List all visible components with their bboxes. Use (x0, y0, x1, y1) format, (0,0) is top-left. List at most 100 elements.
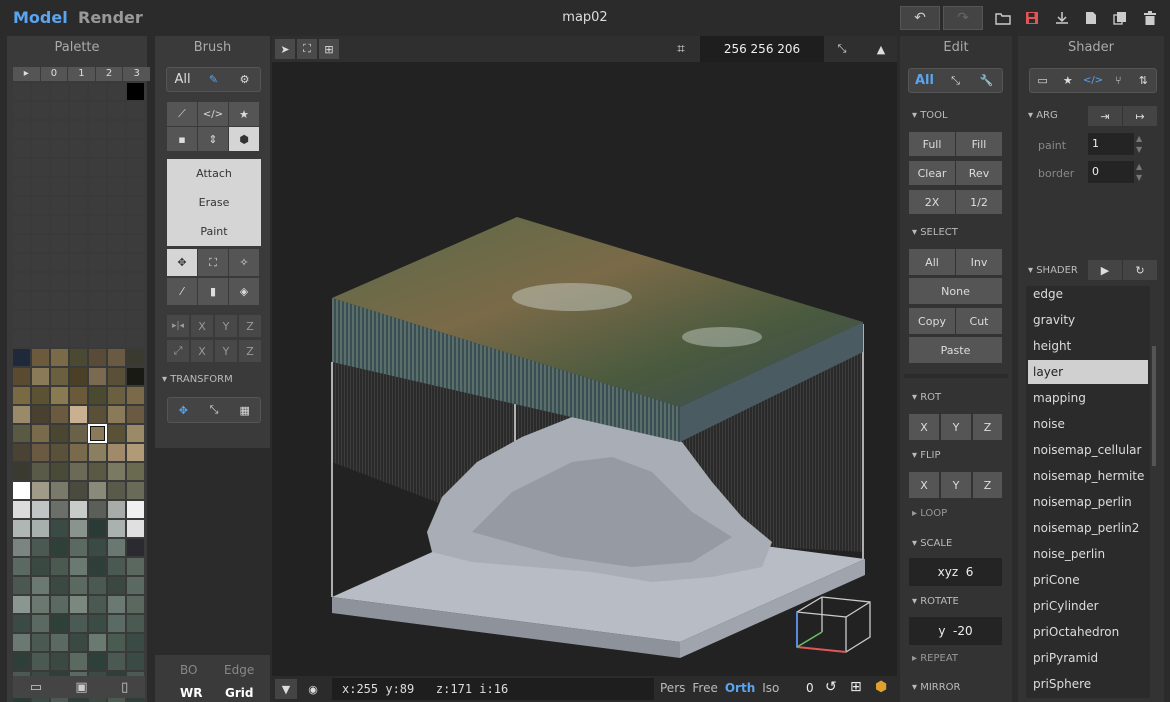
palette-swatch[interactable] (70, 634, 87, 651)
palette-swatch[interactable] (108, 387, 125, 404)
palette-swatch[interactable] (13, 425, 30, 442)
delete-file-button[interactable] (1136, 6, 1164, 30)
palette-swatch[interactable] (70, 178, 87, 195)
palette-swatch[interactable] (32, 444, 49, 461)
palette-swatch[interactable] (89, 463, 106, 480)
palette-swatch[interactable] (32, 615, 49, 632)
palette-swatch[interactable] (108, 216, 125, 233)
palette-swatch[interactable] (13, 292, 30, 309)
shader-branch-icon[interactable]: ⑂ (1106, 69, 1131, 92)
palette-swatch[interactable] (108, 482, 125, 499)
arg-import-icon[interactable]: ⇥ (1088, 106, 1122, 126)
palette-swatch[interactable] (108, 653, 125, 670)
palette-swatch[interactable] (127, 178, 144, 195)
rot-section[interactable]: ▾ ROT (912, 392, 941, 403)
palette-swatch[interactable] (127, 216, 144, 233)
palette-swatch[interactable] (32, 273, 49, 290)
brush-settings-icon[interactable]: ⚙ (229, 68, 260, 91)
palette-swatch[interactable] (127, 197, 144, 214)
palette-swatch[interactable] (32, 425, 49, 442)
transform-grid-icon[interactable]: ▦ (229, 398, 260, 422)
transform-scale-icon[interactable]: ⤡ (199, 398, 230, 422)
copy-file-button[interactable] (1106, 6, 1134, 30)
palette-swatch[interactable] (89, 292, 106, 309)
eyedropper-icon[interactable]: ⁄ (167, 278, 197, 305)
palette-swatch[interactable] (127, 406, 144, 423)
palette-swatch[interactable] (89, 653, 106, 670)
palette-swatch[interactable] (51, 292, 68, 309)
palette-swatch[interactable] (13, 140, 30, 157)
fit-frame-icon[interactable]: ⊞ (319, 39, 339, 59)
shader-section[interactable]: ▾ SHADER (1028, 265, 1078, 276)
palette-swatch[interactable] (89, 349, 106, 366)
palette-swatch[interactable] (51, 406, 68, 423)
palette-swatch[interactable] (51, 653, 68, 670)
palette-swatch[interactable] (13, 121, 30, 138)
palette-swatch[interactable] (13, 463, 30, 480)
save-button[interactable] (1018, 6, 1046, 30)
rot-y-button[interactable]: Y (941, 414, 971, 440)
palette-swatch[interactable] (127, 102, 144, 119)
shader-list-item[interactable]: height (1028, 334, 1148, 358)
shader-list-item[interactable]: layer (1028, 360, 1148, 384)
palette-swatch[interactable] (127, 387, 144, 404)
scale-value-field[interactable]: xyz 6 (909, 558, 1002, 586)
palette-swatch[interactable] (108, 292, 125, 309)
edge-toggle[interactable]: Edge (224, 663, 254, 677)
palette-swatch[interactable] (51, 311, 68, 328)
palette-swatch[interactable] (32, 159, 49, 176)
palette-swatch[interactable] (70, 425, 87, 442)
reset-shader-icon[interactable]: ↻ (1123, 260, 1157, 280)
palette-swatch[interactable] (127, 615, 144, 632)
palette-swatch[interactable] (89, 140, 106, 157)
mirror-tool-icon[interactable]: ▸|◂ (167, 315, 189, 337)
palette-swatch[interactable] (127, 83, 144, 100)
palette-swatch[interactable] (89, 520, 106, 537)
palette-swatch[interactable] (108, 83, 125, 100)
select-frame-icon[interactable]: ⛶ (297, 39, 317, 59)
palette-file-icon[interactable]: ▯ (121, 680, 128, 695)
palette-swatch[interactable] (89, 368, 106, 385)
palette-swatch[interactable] (32, 482, 49, 499)
palette-swatch[interactable] (51, 539, 68, 556)
palette-swatch[interactable] (51, 330, 68, 347)
palette-swatch[interactable] (89, 197, 106, 214)
palette-swatch[interactable] (127, 159, 144, 176)
palette-swatch[interactable] (32, 653, 49, 670)
palette-swatch[interactable] (127, 501, 144, 518)
palette-swatch[interactable] (51, 83, 68, 100)
palette-swatch[interactable] (89, 102, 106, 119)
palette-swatch[interactable] (89, 311, 106, 328)
palette-swatch[interactable] (108, 577, 125, 594)
palette-swatch[interactable] (89, 83, 106, 100)
palette-swatch[interactable] (70, 216, 87, 233)
palette-swatch[interactable] (70, 463, 87, 480)
palette-swatch[interactable] (127, 463, 144, 480)
palette-swatch[interactable] (108, 159, 125, 176)
palette-swatch[interactable] (13, 235, 30, 252)
palette-swatch[interactable] (32, 368, 49, 385)
palette-swatch[interactable] (70, 501, 87, 518)
palette-swatch[interactable] (108, 596, 125, 613)
shader-star-icon[interactable]: ★ (1055, 69, 1080, 92)
shader-list-item[interactable]: priSphere (1028, 672, 1148, 696)
star-tool-icon[interactable]: ★ (229, 102, 259, 126)
palette-swatch[interactable] (108, 140, 125, 157)
palette-swatch[interactable] (127, 311, 144, 328)
palette-swatch[interactable] (32, 387, 49, 404)
scale-z-button[interactable]: Z (239, 340, 261, 362)
palette-swatch[interactable] (13, 102, 30, 119)
palette-swatch[interactable] (89, 615, 106, 632)
palette-swatch[interactable] (13, 273, 30, 290)
shader-list-item[interactable]: noisemap_hermite (1028, 464, 1148, 488)
palette-swatch[interactable] (32, 121, 49, 138)
palette-swatch[interactable] (70, 121, 87, 138)
shader-list-item[interactable]: noisemap_perlin2 (1028, 516, 1148, 540)
reset-view-icon[interactable]: ↺ (825, 679, 837, 695)
palette-swatch[interactable] (127, 520, 144, 537)
palette-swatch[interactable] (70, 254, 87, 271)
mode-model-tab[interactable]: Model (13, 8, 68, 27)
cut-button[interactable]: Cut (956, 308, 1002, 334)
new-file-button[interactable] (1077, 6, 1105, 30)
palette-swatch[interactable] (32, 330, 49, 347)
